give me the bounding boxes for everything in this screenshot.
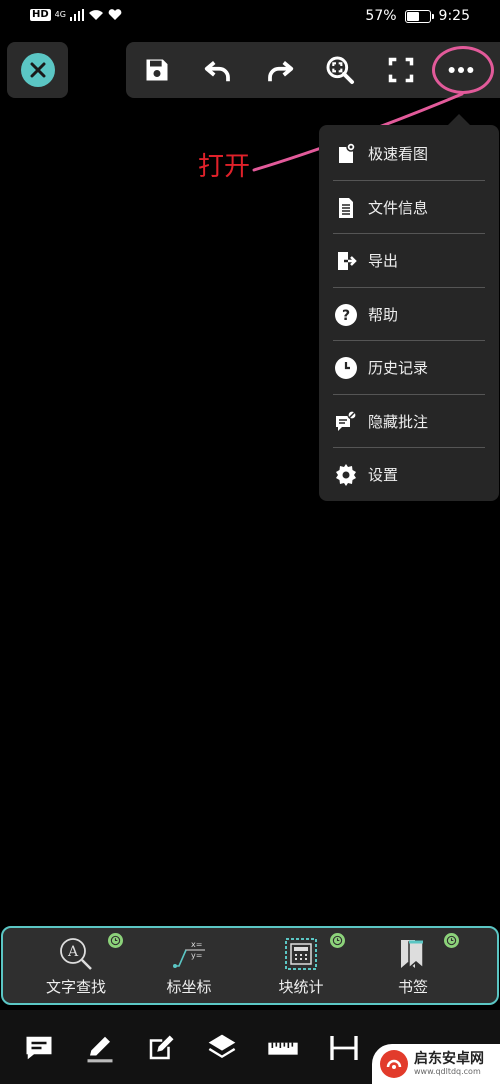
file-info-icon [333, 195, 359, 221]
text-search-icon: A [58, 936, 94, 972]
pencil-icon [87, 1036, 113, 1063]
tool-text-search[interactable]: A 文字查找 [21, 928, 131, 1003]
tool-block-stats[interactable]: 块统计 [246, 928, 356, 1003]
menu-item-file-info[interactable]: 文件信息 [333, 181, 485, 234]
menu-item-label: 历史记录 [368, 359, 429, 377]
menu-item-quick-view[interactable]: 极速看图 [333, 127, 485, 180]
comment-button[interactable] [21, 1030, 57, 1066]
svg-text:y=: y= [191, 951, 202, 960]
more-menu: 极速看图 文件信息 导出 ? 帮助 历史记录 隐藏批注 设置 [319, 125, 499, 501]
dimension-icon [330, 1036, 358, 1060]
bookmark-icon [395, 936, 431, 972]
settings-icon [333, 462, 359, 488]
edit-button[interactable] [143, 1030, 179, 1066]
watermark-url: www.qdltdq.com [414, 1067, 481, 1076]
watermark-text: 启东安卓网 www.qdltdq.com [414, 1051, 484, 1077]
help-icon: ? [333, 302, 359, 328]
pencil-button[interactable] [82, 1030, 118, 1066]
edit-icon [149, 1035, 174, 1060]
comment-icon [26, 1036, 52, 1060]
ruler-icon [268, 1042, 298, 1055]
svg-text:A: A [67, 944, 79, 960]
menu-item-history[interactable]: 历史记录 [333, 341, 485, 394]
tool-label: 块统计 [278, 978, 324, 996]
menu-item-settings[interactable]: 设置 [333, 448, 485, 501]
layers-button[interactable] [204, 1030, 240, 1066]
tool-label: 书签 [397, 978, 428, 996]
tool-label: 文字查找 [45, 978, 106, 996]
hide-annotation-icon [333, 409, 359, 435]
menu-item-label: 设置 [368, 466, 399, 484]
svg-text:x=: x= [191, 940, 202, 949]
watermark-name: 启东安卓网 [414, 1051, 484, 1067]
menu-item-label: 极速看图 [368, 145, 429, 163]
clock-badge-icon [444, 933, 459, 948]
coordinate-icon: x= y= [171, 936, 207, 972]
menu-item-label: 隐藏批注 [368, 413, 429, 431]
svg-text:?: ? [342, 308, 350, 324]
block-stats-icon [283, 936, 319, 972]
history-icon [333, 355, 359, 381]
tools-panel: A 文字查找 x= y= 标坐标 块统计 书签 [1, 926, 499, 1005]
menu-item-label: 导出 [368, 252, 399, 270]
tool-label: 标坐标 [166, 978, 212, 996]
clock-badge-icon [108, 933, 123, 948]
menu-item-label: 帮助 [368, 306, 399, 324]
ruler-button[interactable] [265, 1030, 301, 1066]
watermark-logo-icon [380, 1050, 408, 1078]
menu-item-export[interactable]: 导出 [333, 234, 485, 287]
clock-badge-icon [330, 933, 345, 948]
dimension-button[interactable] [326, 1030, 362, 1066]
menu-item-label: 文件信息 [368, 199, 429, 217]
tool-bookmark[interactable]: 书签 [358, 928, 468, 1003]
tool-coordinate[interactable]: x= y= 标坐标 [134, 928, 244, 1003]
quick-view-icon [333, 141, 359, 167]
menu-item-help[interactable]: ? 帮助 [333, 288, 485, 341]
watermark: 启东安卓网 www.qdltdq.com [372, 1044, 500, 1084]
export-icon [333, 248, 359, 274]
annotation-text: 打开 [198, 152, 251, 182]
layers-icon [208, 1034, 236, 1058]
menu-item-hide-annotation[interactable]: 隐藏批注 [333, 395, 485, 448]
